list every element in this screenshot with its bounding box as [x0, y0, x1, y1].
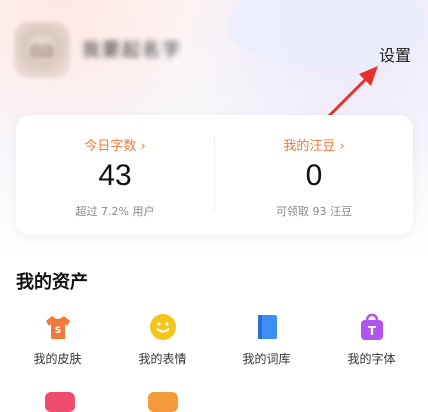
- my-beans-sub: 可领取 93 汪豆: [276, 205, 352, 218]
- avatar[interactable]: [14, 22, 70, 78]
- daily-word-count-label: 今日字数 ›: [84, 139, 146, 154]
- shopping-bag-icon: T: [360, 313, 383, 340]
- heart-icon[interactable]: [45, 392, 75, 412]
- daily-word-count-sub: 超过 7.2% 用户: [75, 205, 155, 218]
- asset-skins[interactable]: S 我的皮肤: [4, 312, 111, 367]
- section-title-assets: 我的资产: [16, 272, 88, 293]
- smiley-icon: [149, 314, 176, 340]
- my-beans[interactable]: 我的汪豆 › 0 可领取 93 汪豆: [215, 115, 413, 235]
- my-beans-label: 我的汪豆 ›: [283, 139, 345, 154]
- asset-lexicon[interactable]: 我的词库: [213, 312, 320, 367]
- asset-stickers[interactable]: 我的表情: [109, 312, 216, 367]
- daily-word-count-value: 43: [98, 159, 132, 192]
- asset-fonts[interactable]: T 我的字体: [318, 312, 425, 367]
- svg-text:T: T: [367, 324, 376, 338]
- book-icon: [257, 315, 277, 339]
- asset-stickers-label: 我的表情: [138, 352, 187, 366]
- asset-skins-label: 我的皮肤: [33, 352, 82, 366]
- my-beans-value: 0: [305, 159, 323, 192]
- username[interactable]: 我要起名字: [82, 36, 182, 62]
- asset-fonts-label: 我的字体: [347, 352, 396, 366]
- asset-lexicon-label: 我的词库: [242, 352, 291, 366]
- next-row-icon[interactable]: [148, 392, 178, 412]
- stats-card: 今日字数 › 43 超过 7.2% 用户 我的汪豆 › 0 可领取 93 汪豆: [16, 115, 413, 235]
- tshirt-icon: S: [45, 316, 70, 339]
- svg-text:S: S: [54, 326, 60, 336]
- daily-word-count[interactable]: 今日字数 › 43 超过 7.2% 用户: [16, 115, 214, 235]
